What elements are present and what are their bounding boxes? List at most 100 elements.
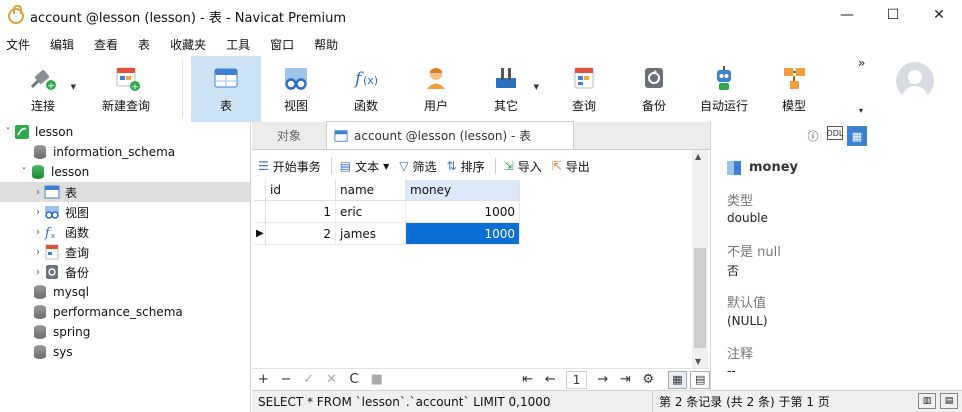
window-controls: — ☐ ✕ [824, 0, 962, 30]
scroll-up-icon[interactable]: ▲ [695, 152, 701, 161]
previous-page-button[interactable]: ← [539, 372, 562, 387]
toolbar-overflow-icon[interactable]: » [858, 56, 865, 70]
add-record-button[interactable]: + [252, 372, 275, 387]
user-button[interactable]: 用户 [401, 56, 471, 122]
menu-favorites[interactable]: 收藏夹 [170, 36, 206, 53]
table-toolbar: ☰ 开始事务 ▤ 文本 ▼ ▽ 筛选 ⇅ 排序 ⇲ 导入 ⇱ 导出 [252, 153, 710, 179]
autorun-button[interactable]: 自动运行 [689, 56, 759, 122]
tree-db-mysql[interactable]: mysql [0, 282, 250, 302]
transaction-icon: ☰ [258, 159, 269, 173]
tree-db-performance-schema[interactable]: performance_schema [0, 302, 250, 322]
cell-money-selected[interactable]: 1000 [406, 223, 520, 245]
column-header-money[interactable]: money [406, 180, 520, 201]
text-button[interactable]: ▤ 文本 ▼ [340, 158, 390, 175]
tools-icon [490, 62, 522, 94]
menu-edit[interactable]: 编辑 [50, 36, 74, 53]
connect-caret-icon[interactable]: ▼ [71, 83, 76, 91]
minimize-button[interactable]: — [824, 0, 870, 30]
menu-file[interactable]: 文件 [6, 36, 30, 53]
next-page-button[interactable]: → [591, 372, 614, 387]
row-header[interactable]: ▶ [254, 223, 266, 245]
discard-changes-button[interactable]: ✕ [320, 372, 343, 387]
database-icon [32, 344, 48, 360]
menu-window[interactable]: 窗口 [270, 36, 294, 53]
table-button[interactable]: 表 [191, 56, 261, 122]
new-query-button[interactable]: + 新建查询 [78, 56, 174, 122]
sort-button[interactable]: ⇅ 排序 [447, 158, 485, 175]
comment-label: 注释 [727, 347, 754, 362]
cell-name[interactable]: james [336, 223, 406, 245]
import-button[interactable]: ⇲ 导入 [504, 158, 542, 175]
connect-button[interactable]: + 连接 ▼ [8, 56, 78, 122]
column-header-name[interactable]: name [336, 180, 406, 201]
expand-chevron-icon[interactable]: › [32, 267, 44, 278]
tree-db-information-schema[interactable]: information_schema [0, 142, 250, 162]
column-header-id[interactable]: id [266, 180, 336, 201]
expand-chevron-icon[interactable]: › [32, 187, 44, 198]
connect-label: 连接 [30, 99, 55, 113]
cell-name[interactable]: eric [336, 201, 406, 223]
table-row[interactable]: 1 eric 1000 [254, 201, 692, 223]
layout-left-panel-icon[interactable]: ▥ [918, 393, 936, 409]
backup-button[interactable]: 备份 [619, 56, 689, 122]
menu-view[interactable]: 查看 [94, 36, 118, 53]
other-button[interactable]: 其它 ▼ [471, 56, 541, 122]
last-page-button[interactable]: ⇥ [614, 372, 637, 387]
apply-changes-button[interactable]: ✓ [297, 372, 320, 387]
stop-button[interactable]: ■ [365, 372, 388, 387]
begin-transaction-button[interactable]: ☰ 开始事务 [258, 158, 321, 175]
vertical-scrollbar[interactable]: ▲ ▼ [692, 150, 708, 368]
tab-account-table[interactable]: account @lesson (lesson) - 表 [326, 121, 574, 149]
view-button[interactable]: 视图 [261, 56, 331, 122]
tree-item-queries[interactable]: › 查询 [0, 242, 250, 262]
tree-item-functions[interactable]: › fx 函数 [0, 222, 250, 242]
grid-view-icon[interactable]: ▦ [667, 370, 688, 389]
tree-db-spring[interactable]: spring [0, 322, 250, 342]
close-button[interactable]: ✕ [916, 0, 962, 30]
function-fx-icon: fx [44, 224, 60, 240]
tree-item-tables[interactable]: › 表 [0, 182, 250, 202]
function-button[interactable]: f (x) 函数 [331, 56, 401, 122]
expand-chevron-icon[interactable]: › [32, 227, 44, 238]
field-list-icon[interactable]: ▦ [847, 126, 867, 146]
first-page-button[interactable]: ⇤ [516, 372, 539, 387]
maximize-button[interactable]: ☐ [870, 0, 916, 30]
other-caret-icon[interactable]: ▼ [534, 83, 539, 91]
cell-money[interactable]: 1000 [406, 201, 520, 223]
refresh-button[interactable]: C [343, 372, 366, 387]
table-row[interactable]: ▶ 2 james 1000 [254, 223, 692, 245]
menu-table[interactable]: 表 [138, 36, 150, 53]
tree-connection-lesson[interactable]: ˅ lesson [0, 122, 250, 142]
model-button[interactable]: 模型 [759, 56, 829, 122]
export-button[interactable]: ⇱ 导出 [552, 158, 590, 175]
menu-tools[interactable]: 工具 [226, 36, 250, 53]
collapse-chevron-icon[interactable]: ˅ [18, 167, 30, 178]
toolbar-customize-icon[interactable]: ▾ [859, 106, 863, 115]
tree-item-backups[interactable]: › 备份 [0, 262, 250, 282]
menu-help[interactable]: 帮助 [314, 36, 338, 53]
query-button[interactable]: 查询 [549, 56, 619, 122]
cell-id[interactable]: 2 [266, 223, 336, 245]
delete-record-button[interactable]: − [275, 372, 298, 387]
tree-db-lesson[interactable]: ˅ lesson [0, 162, 250, 182]
tab-objects[interactable]: 对象 [252, 121, 326, 149]
tree-item-views[interactable]: › 视图 [0, 202, 250, 222]
row-header[interactable] [254, 201, 266, 223]
page-number-field[interactable]: 1 [565, 370, 588, 389]
main-toolbar: + 连接 ▼ + 新建查询 表 视图 f (x) 函数 用户 其它 ▼ 查询 备… [0, 56, 962, 122]
tree-db-label: lesson [51, 165, 90, 179]
collapse-chevron-icon[interactable]: ˅ [2, 127, 14, 138]
filter-button[interactable]: ▽ 筛选 [399, 158, 436, 175]
info-icon[interactable]: ⓘ [803, 126, 823, 146]
user-avatar[interactable] [896, 62, 934, 100]
gear-icon[interactable]: ⚙ [637, 372, 660, 387]
expand-chevron-icon[interactable]: › [32, 207, 44, 218]
layout-bottom-panel-icon[interactable]: ▤ [940, 393, 958, 409]
scrollbar-thumb[interactable] [694, 248, 706, 348]
ddl-icon[interactable]: DDL [827, 126, 843, 140]
expand-chevron-icon[interactable]: › [32, 247, 44, 258]
tree-db-sys[interactable]: sys [0, 342, 250, 362]
form-view-icon[interactable]: ▤ [690, 370, 711, 389]
scroll-down-icon[interactable]: ▼ [695, 357, 701, 366]
cell-id[interactable]: 1 [266, 201, 336, 223]
